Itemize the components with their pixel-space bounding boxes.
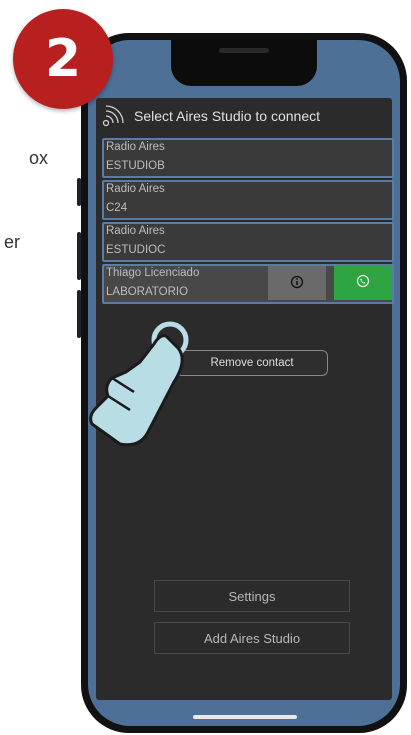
contact-item[interactable]: Radio Aires ESTUDIOB [102, 138, 394, 178]
background-text-1: ox [29, 148, 49, 168]
contact-studio: ESTUDIOC [106, 244, 166, 256]
wifi-signal-icon [102, 103, 134, 130]
contact-name: Thiago Licenciado [106, 267, 200, 279]
contact-studio: C24 [106, 202, 128, 214]
call-button[interactable] [334, 266, 392, 300]
contact-studio: LABORATORIO [106, 286, 189, 298]
info-icon [290, 275, 304, 292]
contact-item-selected[interactable]: Thiago Licenciado LABORATORIO [102, 264, 394, 304]
info-button[interactable] [268, 266, 326, 300]
contact-name: Radio Aires [106, 183, 165, 195]
phone-call-icon [356, 274, 370, 293]
tap-hand-icon [86, 316, 210, 461]
app-header: Select Aires Studio to connect [102, 102, 320, 130]
header-title: Select Aires Studio to connect [134, 108, 320, 124]
notch [171, 40, 317, 86]
contact-name: Radio Aires [106, 141, 165, 153]
home-indicator [193, 715, 297, 719]
contact-item[interactable]: Radio Aires C24 [102, 180, 394, 220]
step-badge: 2 [13, 9, 113, 109]
speaker [219, 48, 269, 53]
background-text-2: er [4, 232, 21, 252]
settings-button[interactable]: Settings [154, 580, 350, 612]
add-aires-studio-button[interactable]: Add Aires Studio [154, 622, 350, 654]
contact-item[interactable]: Radio Aires ESTUDIOC [102, 222, 394, 262]
contact-name: Radio Aires [106, 225, 165, 237]
contact-studio: ESTUDIOB [106, 160, 165, 172]
